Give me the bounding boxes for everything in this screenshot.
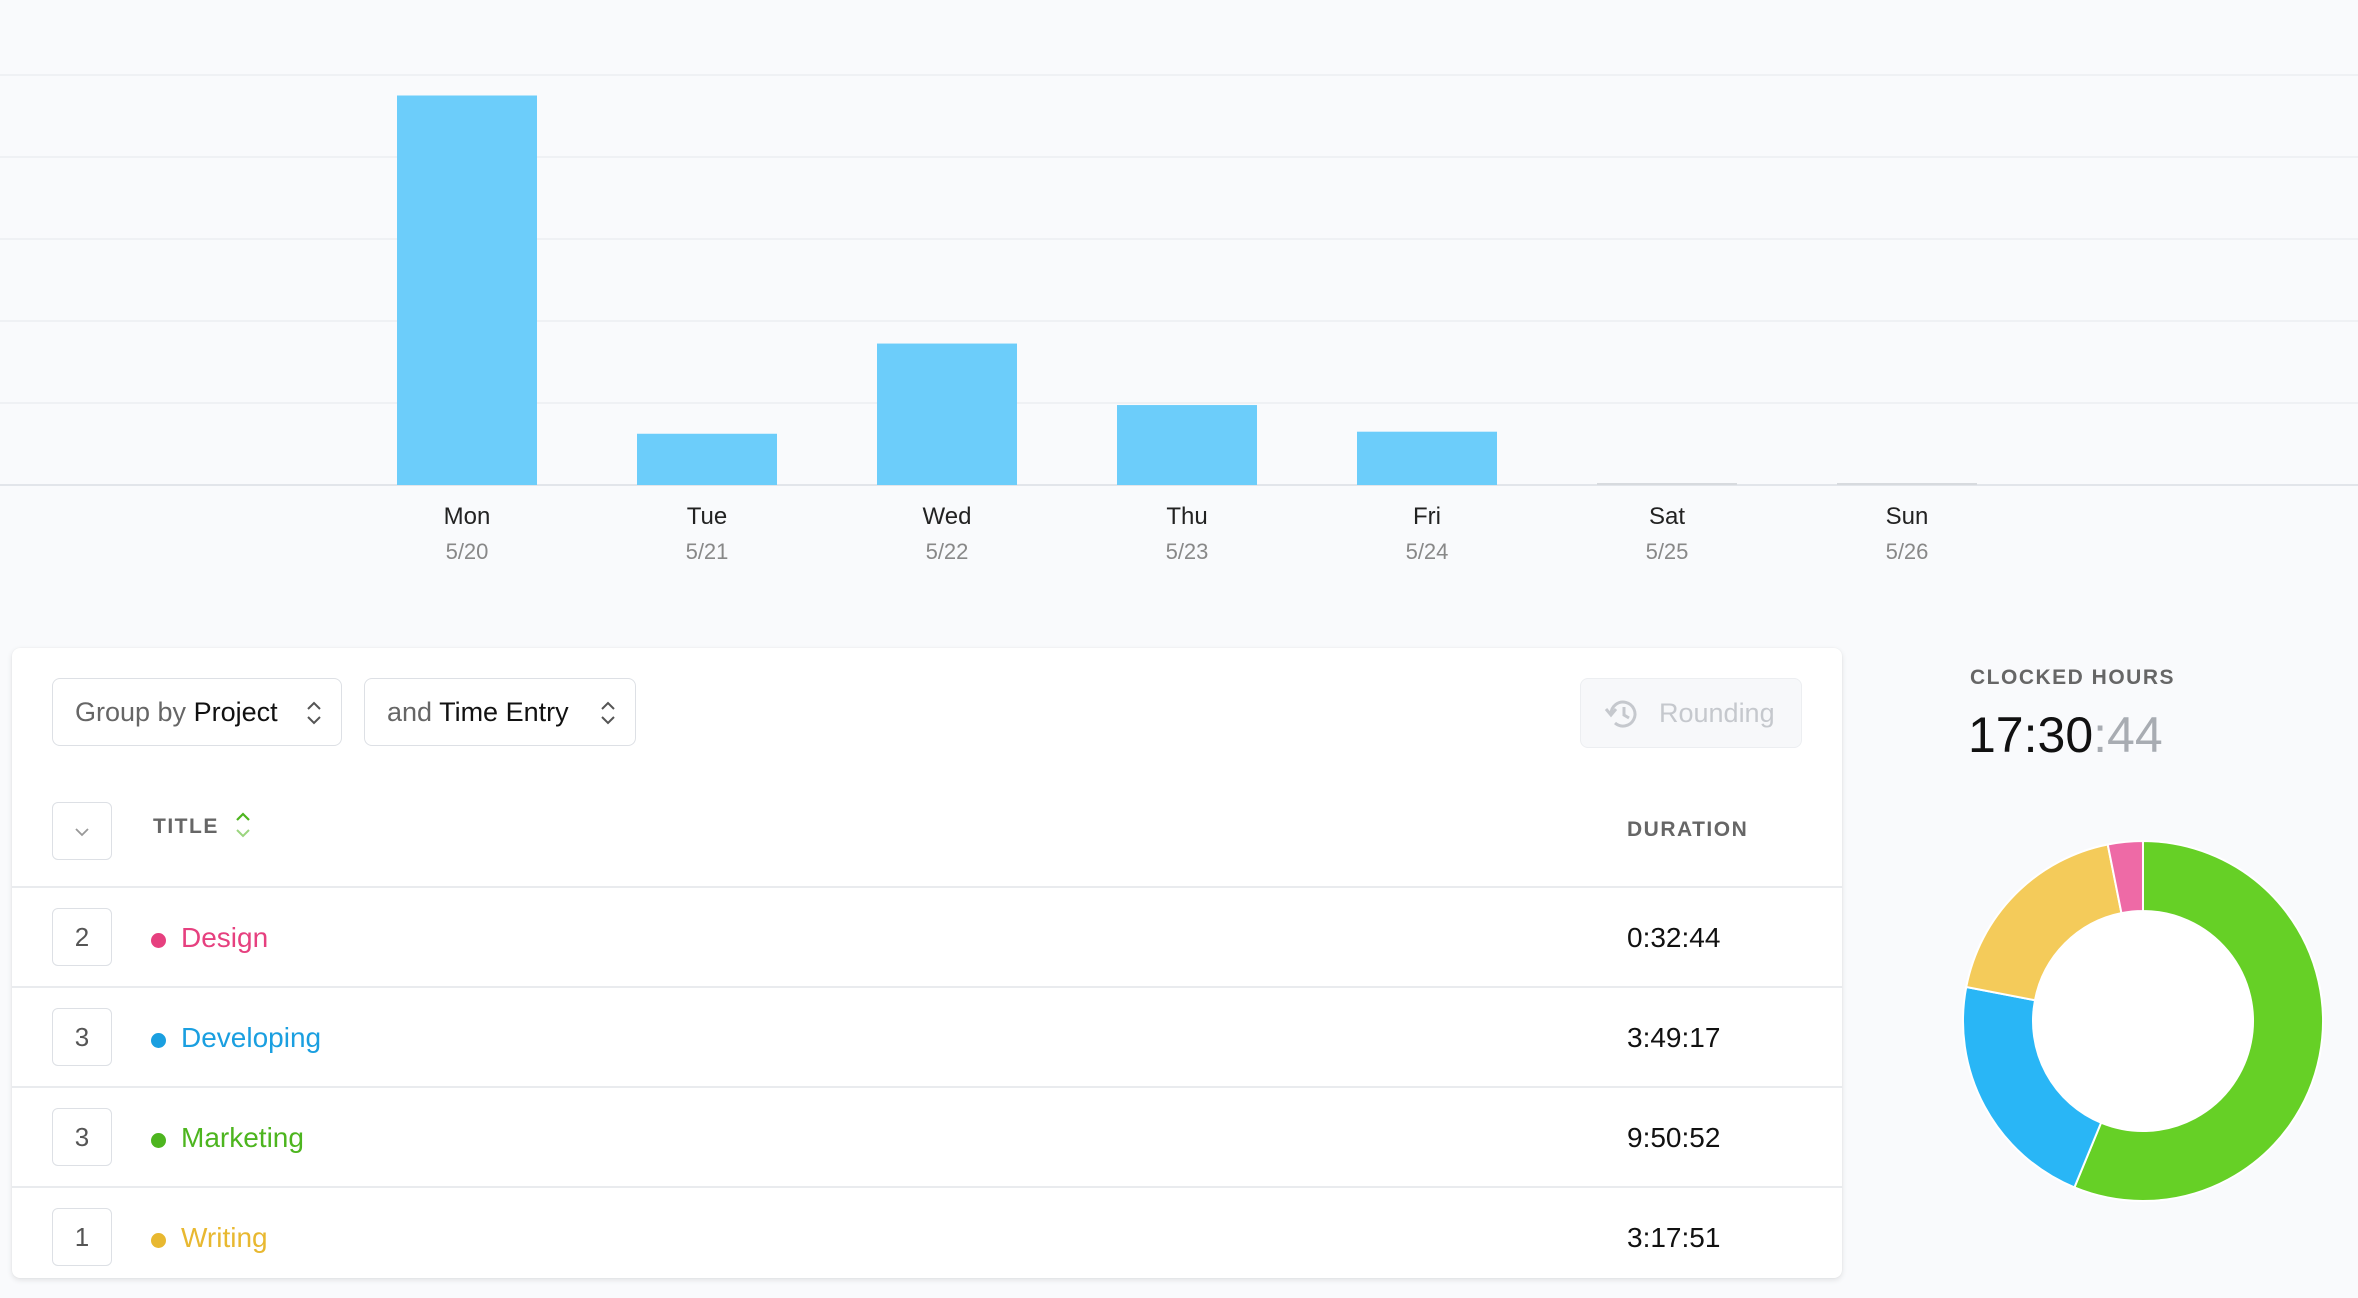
table-row[interactable]: 3 Developing 3:49:17 [12, 988, 1842, 1088]
day-label: Thu 5/23 [1107, 503, 1267, 565]
project-name[interactable]: Design [181, 921, 268, 955]
project-duration: 9:50:52 [1627, 1122, 1721, 1153]
rounding-button[interactable]: Rounding [1580, 678, 1802, 748]
entry-count-badge[interactable]: 1 [52, 1208, 112, 1266]
clocked-hours-label: CLOCKED HOURS [1970, 666, 2176, 689]
project-color-dot [151, 1233, 166, 1248]
bar-tue[interactable] [637, 433, 777, 485]
entry-count-badge[interactable]: 3 [52, 1108, 112, 1166]
project-name[interactable]: Developing [181, 1021, 321, 1055]
day-label: Wed 5/22 [867, 503, 1027, 565]
project-duration: 3:49:17 [1627, 1022, 1721, 1053]
table-row[interactable]: 1 Writing 3:17:51 [12, 1188, 1842, 1278]
weekly-bar-chart: Mon 5/20 Tue 5/21 Wed 5/22 Thu 5/23 Fri 5/24 Sat 5/… [0, 0, 2358, 600]
day-date: 5/23 [1165, 539, 1209, 564]
day-name: Fri [1413, 503, 1441, 530]
day-name: Sun [1885, 503, 1929, 530]
bar-sun[interactable] [1837, 483, 1977, 485]
project-color-dot [151, 1133, 166, 1148]
chevron-updown-icon [307, 701, 321, 725]
day-name: Wed [922, 503, 972, 530]
duration-column-header[interactable]: DURATION [1627, 818, 1748, 842]
project-color-dot [151, 933, 166, 948]
table-row[interactable]: 3 Marketing 9:50:52 [12, 1088, 1842, 1188]
day-label: Tue 5/21 [627, 503, 787, 565]
project-duration: 0:32:44 [1627, 922, 1721, 953]
day-name: Sat [1648, 503, 1686, 530]
entry-count-badge[interactable]: 2 [52, 908, 112, 966]
then-by-select[interactable]: and Time Entry [364, 678, 636, 746]
chevron-down-icon [75, 828, 89, 837]
clocked-hours-main: 17:30 [1968, 707, 2094, 763]
day-date: 5/22 [925, 539, 969, 564]
project-color-dot [151, 1033, 166, 1048]
clocked-hours-seconds: :44 [2093, 707, 2163, 763]
bar-mon[interactable] [397, 95, 537, 486]
then-by-prefix: and [387, 697, 433, 727]
table-row[interactable]: 2 Design 0:32:44 [12, 888, 1842, 988]
bar-fri[interactable] [1357, 431, 1497, 485]
title-column-header[interactable]: TITLE [153, 815, 219, 839]
history-clock-icon [1604, 700, 1637, 728]
day-label: Sat 5/25 [1587, 503, 1747, 565]
report-panel: Group by Project and Time Entry Rounding… [12, 648, 1842, 1278]
entry-count-badge[interactable]: 3 [52, 1008, 112, 1066]
day-name: Thu [1166, 503, 1208, 530]
bar-thu[interactable] [1117, 405, 1257, 485]
chevron-updown-icon [601, 701, 615, 725]
project-donut-chart [1962, 839, 2324, 1202]
donut-hole [2033, 911, 2253, 1131]
day-label: Mon 5/20 [387, 503, 547, 565]
day-date: 5/26 [1885, 539, 1929, 564]
then-by-value: Time Entry [439, 697, 569, 727]
expand-all-button[interactable] [52, 802, 112, 860]
sort-icon[interactable] [234, 810, 252, 840]
day-label: Fri 5/24 [1347, 503, 1507, 565]
bar-wed[interactable] [877, 343, 1017, 485]
project-name[interactable]: Marketing [181, 1121, 304, 1155]
day-name: Tue [686, 503, 728, 530]
project-duration: 3:17:51 [1627, 1222, 1721, 1253]
table-header [12, 796, 1842, 888]
group-by-select[interactable]: Group by Project [52, 678, 342, 746]
bar-sat[interactable] [1597, 483, 1737, 485]
day-date: 5/20 [445, 539, 489, 564]
day-name: Mon [443, 503, 491, 530]
clocked-hours-value: 17:30:44 [1968, 704, 2163, 766]
day-label: Sun 5/26 [1827, 503, 1987, 565]
day-date: 5/21 [685, 539, 729, 564]
project-name[interactable]: Writing [181, 1221, 268, 1255]
day-date: 5/25 [1645, 539, 1689, 564]
group-by-prefix: Group by [75, 697, 187, 727]
group-by-value: Project [193, 697, 278, 727]
day-date: 5/24 [1405, 539, 1449, 564]
rounding-label: Rounding [1659, 698, 1775, 728]
